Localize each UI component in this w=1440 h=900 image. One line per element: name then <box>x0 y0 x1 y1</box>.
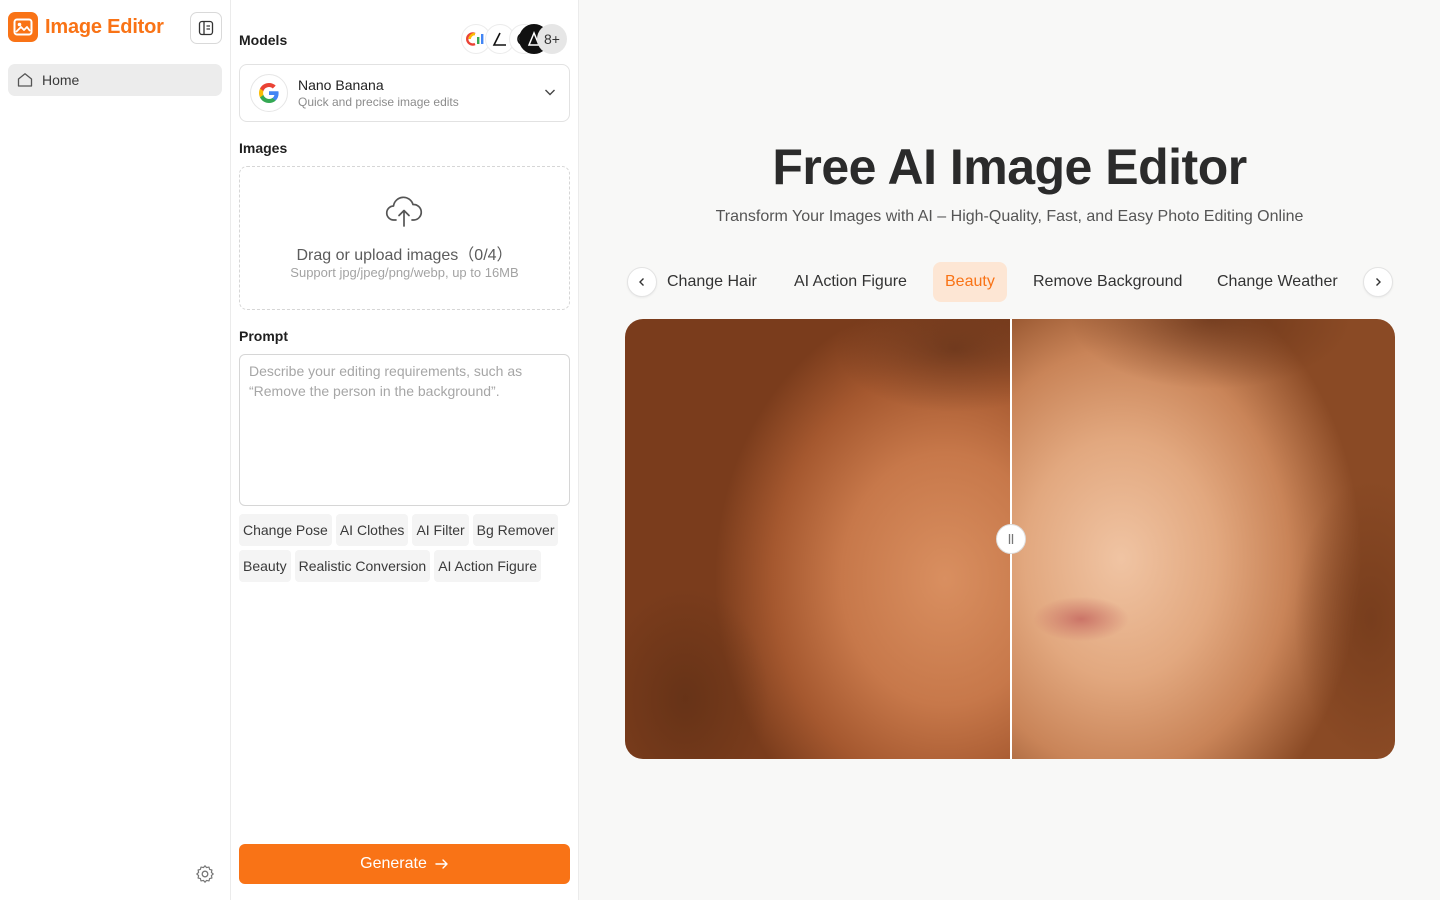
left-nav: Image Editor Home <box>0 0 231 900</box>
sidebar-collapse-button[interactable] <box>190 12 222 44</box>
hero-title: Free AI Image Editor <box>772 139 1247 195</box>
model-icons-stack[interactable]: 8+ <box>457 24 571 56</box>
generate-label: Generate <box>360 855 427 872</box>
home-icon <box>17 73 33 87</box>
image-editor-logo-icon <box>8 12 38 42</box>
tab-remove-background[interactable]: Remove Background <box>1021 262 1194 302</box>
prompt-suggestions: Change Pose AI Clothes AI Filter Bg Remo… <box>239 514 559 582</box>
gear-icon <box>196 865 214 883</box>
chip-change-pose[interactable]: Change Pose <box>239 514 332 546</box>
main-showcase: Free AI Image Editor Transform Your Imag… <box>579 0 1440 900</box>
before-after-comparison[interactable] <box>625 319 1395 759</box>
chip-ai-clothes[interactable]: AI Clothes <box>335 514 409 546</box>
settings-button[interactable] <box>193 862 217 886</box>
more-models-count: 8+ <box>537 24 567 54</box>
cloud-upload-icon <box>385 196 423 227</box>
brand[interactable]: Image Editor <box>8 12 164 42</box>
prompt-input[interactable] <box>239 354 570 506</box>
prompt-label: Prompt <box>239 328 288 344</box>
model-select[interactable]: Nano Banana Quick and precise image edit… <box>239 64 570 122</box>
chevron-down-icon <box>545 89 555 96</box>
chip-ai-action-figure[interactable]: AI Action Figure <box>434 550 542 582</box>
image-upload-dropzone[interactable]: Drag or upload images（0/4） Support jpg/j… <box>239 166 570 310</box>
model-name: Nano Banana <box>298 77 384 93</box>
chip-realistic-conversion[interactable]: Realistic Conversion <box>294 550 431 582</box>
chevron-right-icon <box>1376 278 1381 286</box>
comparison-slider-handle[interactable] <box>996 524 1026 554</box>
tab-ai-action-figure[interactable]: AI Action Figure <box>782 262 919 302</box>
chip-ai-filter[interactable]: AI Filter <box>412 514 469 546</box>
before-image <box>625 319 1011 759</box>
sidebar-toggle-icon <box>198 20 214 36</box>
drag-handle-icon <box>1008 534 1014 544</box>
tab-change-hair[interactable]: Change Hair <box>655 262 769 302</box>
nav-item-home[interactable]: Home <box>8 64 222 96</box>
upload-hint: Support jpg/jpeg/png/webp, up to 16MB <box>290 265 519 280</box>
feature-tabs: Change Hair AI Action Figure Beauty Remo… <box>625 262 1396 302</box>
models-label: Models <box>239 32 288 48</box>
tabs-prev-button[interactable] <box>627 267 657 297</box>
tab-beauty[interactable]: Beauty <box>933 262 1007 302</box>
tab-change-weather[interactable]: Change Weather <box>1205 262 1350 302</box>
hero-subtitle: Transform Your Images with AI – High-Qua… <box>715 208 1304 225</box>
google-icon <box>250 74 288 112</box>
editor-panel: Models 8+ Nano Banana Quick and precise … <box>231 0 579 900</box>
model-select-text: Nano Banana Quick and precise image edit… <box>298 76 459 110</box>
chip-bg-remover[interactable]: Bg Remover <box>472 514 559 546</box>
chevron-left-icon <box>639 278 644 286</box>
after-image <box>1011 319 1395 759</box>
model-description: Quick and precise image edits <box>298 95 459 109</box>
arrow-right-icon <box>435 859 448 869</box>
images-label: Images <box>239 140 288 156</box>
tabs-next-button[interactable] <box>1363 267 1393 297</box>
chip-beauty[interactable]: Beauty <box>239 550 291 582</box>
generate-button[interactable]: Generate <box>239 844 570 884</box>
nav-item-home-label: Home <box>42 72 80 88</box>
upload-title: Drag or upload images（0/4） <box>296 247 513 264</box>
brand-name: Image Editor <box>45 15 164 38</box>
